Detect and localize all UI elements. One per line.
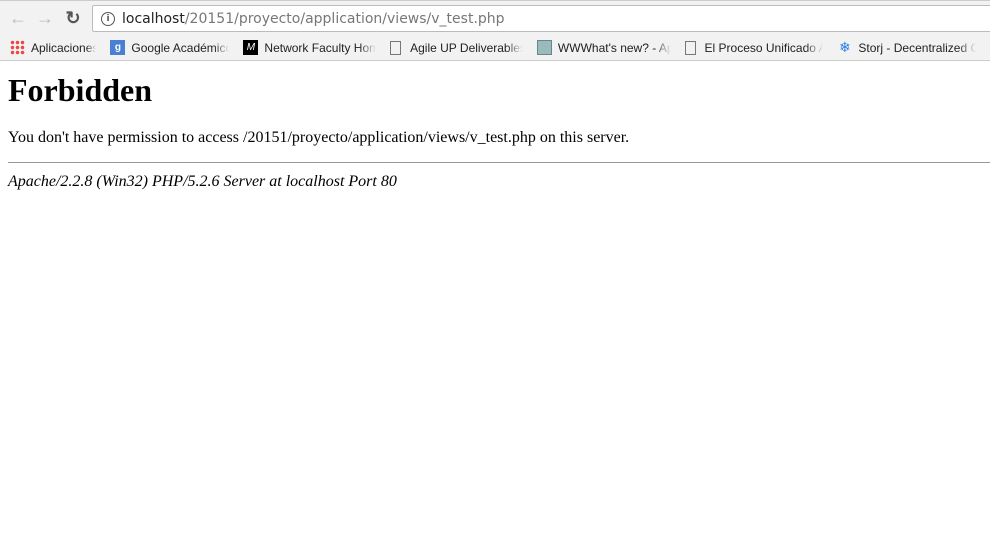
google-scholar-icon: g	[110, 40, 126, 55]
wwwhatsnew-icon	[536, 40, 552, 55]
forward-button[interactable]: →	[34, 7, 56, 29]
storj-icon: ❄	[839, 40, 851, 55]
bookmark-storj[interactable]: ❄ Storj - Decentralized C	[837, 40, 976, 55]
bookmark-aplicaciones[interactable]: Aplicaciones	[10, 40, 96, 55]
browser-toolbar: ← → ↻ i localhost/20151/proyecto/applica…	[0, 0, 990, 35]
reload-button[interactable]: ↻	[62, 7, 84, 29]
divider	[8, 162, 990, 163]
bookmark-google-academico[interactable]: g Google Académico	[110, 40, 229, 55]
url-host: localhost	[122, 10, 185, 27]
page-icon	[390, 40, 402, 55]
error-message: You don't have permission to access /201…	[8, 129, 630, 146]
server-signature: Apache/2.2.8 (Win32) PHP/5.2.6 Server at…	[8, 173, 397, 190]
page-title: Forbidden	[8, 72, 153, 108]
page-content: Forbidden You don't have permission to a…	[0, 61, 990, 199]
url-path: /20151/proyecto/application/views/v_test…	[184, 10, 505, 27]
apps-grid-icon	[10, 40, 25, 55]
bookmarks-bar: Aplicaciones g Google Académico M Network …	[0, 35, 990, 61]
page-icon	[684, 40, 696, 55]
bookmark-network-faculty[interactable]: M Network Faculty Hom	[243, 40, 376, 55]
back-button[interactable]: ←	[7, 7, 29, 29]
network-faculty-icon: M	[243, 40, 259, 55]
bookmark-agile-up[interactable]: Agile UP Deliverables	[390, 40, 523, 55]
info-icon[interactable]: i	[101, 11, 115, 26]
bookmark-wwwhatsnew[interactable]: WWWhat's new? - Ap	[536, 40, 671, 55]
address-bar[interactable]: i localhost/20151/proyecto/application/v…	[92, 5, 990, 32]
bookmark-proceso-unificado[interactable]: El Proceso Unificado A	[684, 40, 823, 55]
